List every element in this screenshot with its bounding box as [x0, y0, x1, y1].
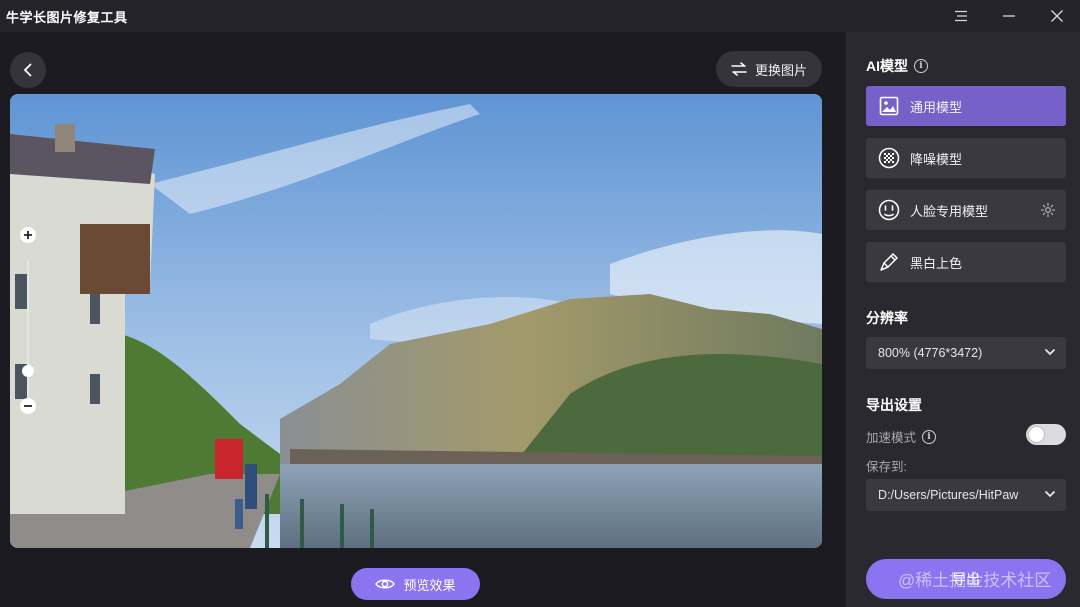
chevron-down-icon [1044, 348, 1056, 356]
resolution-select[interactable]: 800% (4776*3472) [866, 337, 1066, 369]
zoom-out-button[interactable] [20, 398, 36, 414]
model-label: 降噪模型 [910, 151, 963, 167]
info-icon[interactable]: i [922, 429, 937, 444]
lake [280, 464, 822, 548]
save-path-select[interactable]: D:/Users/Pictures/HitPaw [866, 479, 1066, 511]
preview-label: 预览效果 [403, 577, 456, 593]
minimize-icon [1003, 15, 1015, 17]
settings-panel: AI模型 i 通用模型 降噪模型 人脸专用模型 黑白上色 分辨率 800% (4… [846, 32, 1080, 607]
preview-photo [10, 94, 822, 548]
zoom-slider-handle[interactable] [22, 365, 34, 377]
swap-icon [731, 62, 747, 76]
window [90, 374, 100, 404]
railing [265, 494, 269, 548]
red-vehicle [215, 439, 243, 479]
minimize-button[interactable] [986, 0, 1032, 32]
person [245, 464, 257, 509]
denoise-icon [878, 147, 900, 169]
image-workspace: 更换图片 预览效果 [0, 32, 846, 607]
eye-icon [375, 579, 396, 589]
change-image-label: 更换图片 [754, 62, 807, 78]
accelerate-label-row: 加速模式 i [866, 427, 937, 446]
child [235, 499, 243, 529]
window [90, 294, 100, 324]
model-denoise[interactable]: 降噪模型 [866, 138, 1066, 178]
save-path-value: D:/Users/Pictures/HitPaw [878, 488, 1019, 502]
ai-model-section-title: AI模型 i [866, 56, 928, 76]
railing [340, 504, 344, 548]
model-colorize[interactable]: 黑白上色 [866, 242, 1066, 282]
image-icon [878, 95, 900, 117]
chimney [55, 124, 75, 152]
save-to-text: 保存到: [866, 460, 907, 474]
zoom-slider-track[interactable] [27, 260, 29, 400]
face-icon [878, 199, 900, 221]
resolution-section-title: 分辨率 [866, 308, 908, 328]
preview-button[interactable]: 预览效果 [351, 568, 480, 600]
resolution-title: 分辨率 [866, 310, 908, 326]
accelerate-toggle[interactable] [1026, 424, 1066, 445]
menu-button[interactable] [938, 0, 984, 32]
colorize-icon [878, 251, 900, 273]
accelerate-label: 加速模式 [866, 431, 917, 445]
window [15, 274, 27, 309]
save-to-label: 保存到: [866, 456, 907, 475]
railing [300, 499, 304, 548]
change-image-button[interactable]: 更换图片 [716, 51, 822, 87]
export-title: 导出设置 [866, 397, 922, 413]
model-general[interactable]: 通用模型 [866, 86, 1066, 126]
app-title: 牛学长图片修复工具 [6, 9, 128, 25]
back-button[interactable] [10, 52, 46, 88]
ai-model-title: AI模型 [866, 58, 908, 74]
zoom-in-button[interactable] [20, 227, 36, 243]
chevron-left-icon [23, 63, 32, 77]
model-label: 黑白上色 [910, 255, 963, 271]
toggle-knob [1029, 427, 1044, 442]
chevron-down-icon [1044, 490, 1056, 498]
model-label: 人脸专用模型 [910, 203, 989, 219]
watermark: @稀土掘金技术社区 [898, 571, 1052, 590]
export-section-title: 导出设置 [866, 395, 922, 415]
model-face[interactable]: 人脸专用模型 [866, 190, 1066, 230]
plus-icon [24, 231, 32, 239]
menu-icon [955, 10, 967, 22]
model-label: 通用模型 [910, 99, 963, 115]
gear-icon[interactable] [1040, 202, 1056, 218]
close-icon [1051, 10, 1063, 22]
info-icon[interactable]: i [914, 59, 928, 73]
railing [370, 509, 374, 548]
title-bar: 牛学长图片修复工具 [0, 0, 1080, 32]
resolution-value: 800% (4776*3472) [878, 346, 983, 360]
minus-icon [24, 405, 32, 407]
balcony [80, 224, 150, 294]
close-button[interactable] [1034, 0, 1080, 32]
